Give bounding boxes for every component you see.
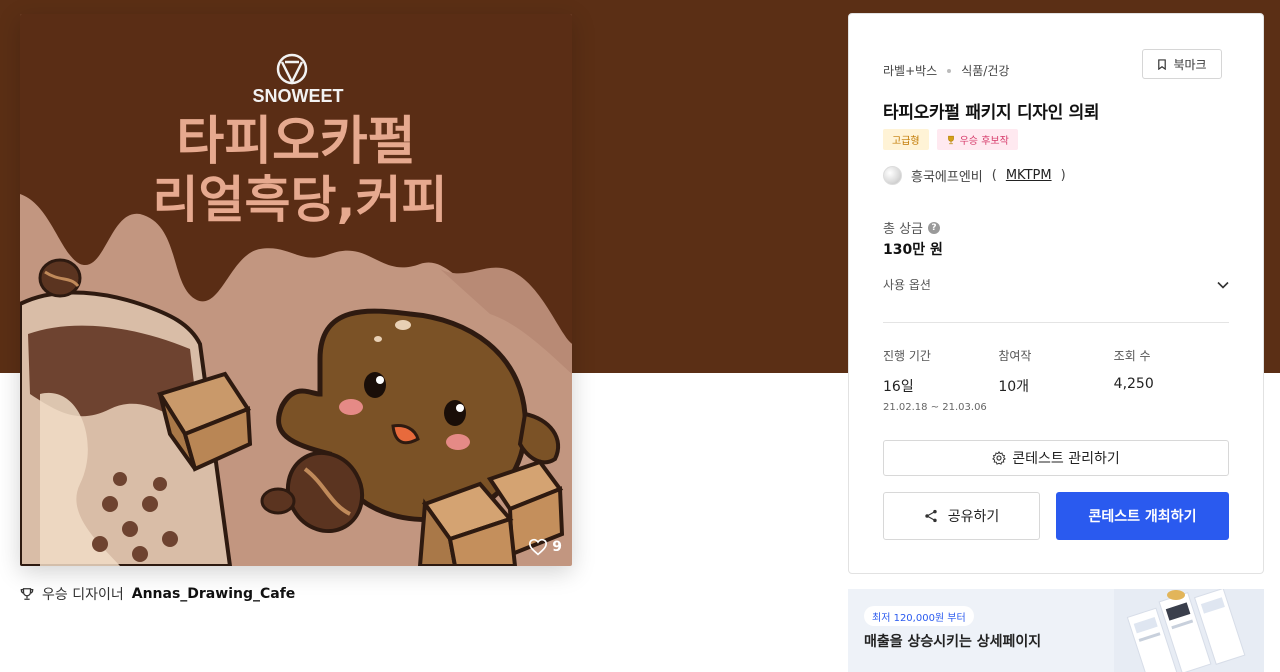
breadcrumb: 라벨+박스 식품/건강	[883, 62, 1009, 79]
prize-label: 총 상금 ?	[883, 218, 941, 237]
manage-contest-label: 콘테스트 관리하기	[1012, 451, 1120, 467]
bookmark-label: 북마크	[1173, 57, 1207, 72]
options-dropdown[interactable]: 사용 옵션	[883, 276, 1229, 293]
promo-image	[1114, 589, 1264, 672]
stat-label: 참여작	[998, 349, 1032, 363]
winner-candidate-label: 우승 후보작	[959, 136, 1009, 147]
contest-stats: 진행 기간 16일 21.02.18 ~ 21.03.06 참여작 10개 조회…	[883, 347, 1229, 413]
host-id-link[interactable]: MKTPM	[1006, 168, 1052, 183]
winner-designer: 우승 디자이너 Annas_Drawing_Cafe	[20, 584, 295, 604]
host-name: 흥국에프엔비	[911, 170, 983, 185]
divider	[883, 322, 1229, 323]
promo-title: 매출을 상승시키는 상세페이지	[864, 634, 1042, 650]
bookmark-button[interactable]: 북마크	[1142, 49, 1222, 79]
trophy-icon	[947, 135, 954, 144]
contest-title: 타피오카펄 패키지 디자인 의뢰	[883, 103, 1100, 123]
badge-group: 고급형 우승 후보작	[883, 129, 1018, 150]
stat-views: 조회 수 4,250	[1114, 347, 1229, 413]
chevron-down-icon	[1217, 281, 1229, 289]
contest-artwork[interactable]: SNOWEET 타피오카펄 리얼흑당,커피 9	[20, 14, 572, 566]
artwork-headline-2: 리얼흑당,커피	[153, 171, 448, 229]
breadcrumb-separator	[947, 68, 952, 73]
prize-label-text: 총 상금	[883, 222, 924, 237]
stat-value: 16일	[883, 379, 914, 395]
winner-candidate-badge: 우승 후보작	[936, 129, 1018, 150]
stat-value: 4,250	[1113, 376, 1154, 392]
contest-info-panel: 라벨+박스 식품/건강 북마크 타피오카펄 패키지 디자인 의뢰 고급형 우승 …	[848, 13, 1264, 574]
host-id-open: (	[991, 168, 997, 183]
share-icon	[925, 509, 937, 523]
promo-price-chip: 최저 120,000원 부터	[864, 606, 974, 626]
promo-banner[interactable]: 최저 120,000원 부터 매출을 상승시키는 상세페이지	[848, 589, 1264, 672]
winner-name[interactable]: Annas_Drawing_Cafe	[132, 586, 296, 602]
manage-contest-button[interactable]: 콘테스트 관리하기	[883, 440, 1229, 476]
winner-prefix: 우승 디자이너	[42, 587, 124, 603]
trophy-icon	[20, 588, 34, 600]
prize-value: 130만 원	[883, 242, 943, 258]
stat-label: 진행 기간	[883, 349, 931, 363]
artwork-illustration: SNOWEET 타피오카펄 리얼흑당,커피	[20, 14, 572, 566]
gear-icon	[992, 451, 1007, 465]
like-button[interactable]: 9	[528, 538, 562, 556]
share-label: 공유하기	[947, 509, 1000, 525]
stat-date-range: 21.02.18 ~ 21.03.06	[883, 402, 987, 413]
artwork-headline-1: 타피오카펄	[176, 112, 415, 172]
stat-duration: 진행 기간 16일 21.02.18 ~ 21.03.06	[883, 347, 998, 413]
breadcrumb-subcategory[interactable]: 식품/건강	[961, 62, 1009, 79]
help-icon[interactable]: ?	[928, 221, 941, 234]
options-label: 사용 옵션	[883, 278, 931, 292]
host-info: 흥국에프엔비 ( MKTPM)	[883, 166, 1066, 185]
brand-logo-text: SNOWEET	[252, 86, 343, 106]
bookmark-icon	[1158, 58, 1167, 70]
share-button[interactable]: 공유하기	[883, 492, 1040, 540]
heart-icon	[529, 538, 548, 556]
host-id-close: )	[1060, 168, 1066, 183]
stat-label: 조회 수	[1113, 349, 1151, 363]
stat-entries: 참여작 10개	[998, 347, 1113, 413]
host-contest-button[interactable]: 콘테스트 개최하기	[1056, 492, 1229, 540]
stat-value: 10개	[998, 379, 1030, 395]
breadcrumb-category[interactable]: 라벨+박스	[883, 62, 937, 79]
grade-badge: 고급형	[883, 129, 929, 150]
like-count: 9	[552, 539, 562, 555]
avatar	[883, 166, 902, 185]
